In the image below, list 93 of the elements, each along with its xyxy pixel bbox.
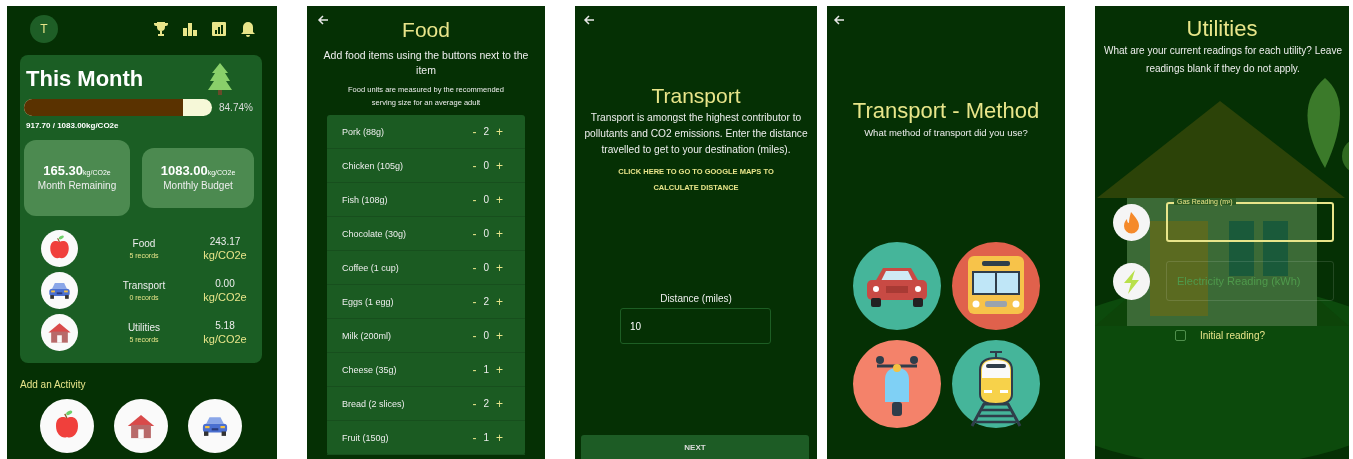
food-item-name: Chocolate (30g) xyxy=(342,228,408,239)
field-label: Distance (miles) xyxy=(659,293,733,304)
category-unit: kg/CO2e xyxy=(202,249,248,261)
trophy-icon[interactable] xyxy=(153,21,169,37)
category-unit: kg/CO2e xyxy=(202,291,248,303)
next-button[interactable]: NEXT xyxy=(581,435,809,459)
subtitle-text: What method of transport did you use? xyxy=(863,127,1029,138)
screen-title: Utilities xyxy=(1186,16,1258,42)
category-name: Food xyxy=(131,238,157,249)
item-count: 1 xyxy=(483,432,489,443)
minus-button[interactable]: - xyxy=(472,430,477,445)
card-title: This Month xyxy=(26,66,144,92)
plus-button[interactable]: + xyxy=(496,124,503,139)
item-count: 2 xyxy=(483,398,489,409)
food-item-name: Pork (88g) xyxy=(342,126,386,137)
minus-button[interactable]: - xyxy=(472,226,477,241)
minus-button[interactable]: - xyxy=(472,294,477,309)
minus-button[interactable]: - xyxy=(472,328,477,343)
progress-percent: 84.74% xyxy=(219,102,253,113)
category-value: 5.18 xyxy=(214,320,236,331)
plus-button[interactable]: + xyxy=(496,328,503,343)
category-name: Utilities xyxy=(126,322,162,333)
description-text: Transport is amongst the highest contributor to pollutants and CO2 emissions. Enter the distance travelled to get to your destination (miles). xyxy=(583,111,809,157)
item-count: 1 xyxy=(483,364,489,375)
category-value: 243.17 xyxy=(208,236,242,247)
add-activity-button[interactable] xyxy=(40,399,94,453)
category-name: Transport xyxy=(121,280,167,291)
plus-button[interactable]: + xyxy=(496,158,503,173)
description-text: What are your current readings for each utility? Leave readings blank if they do not apply. xyxy=(1103,44,1343,76)
scooter-icon xyxy=(853,340,941,428)
minus-button[interactable]: - xyxy=(472,158,477,173)
checkbox-label: Initial reading? xyxy=(1200,330,1266,341)
minus-button[interactable]: - xyxy=(472,396,477,411)
item-count: 0 xyxy=(483,262,489,273)
apple-icon xyxy=(40,230,78,267)
stat-label: Monthly Budget xyxy=(162,178,234,193)
plus-button[interactable]: + xyxy=(496,260,503,275)
plus-button[interactable]: + xyxy=(496,294,503,309)
transport-option-button[interactable] xyxy=(853,340,941,428)
back-arrow-icon[interactable] xyxy=(583,14,595,26)
screen-title: Transport - Method xyxy=(852,98,1040,124)
screen-title: Food xyxy=(402,18,450,42)
food-item-name: Fish (108g) xyxy=(342,194,389,205)
bar-chart-icon[interactable] xyxy=(182,21,198,37)
food-item-name: Eggs (1 egg) xyxy=(342,296,395,307)
category-unit: kg/CO2e xyxy=(202,333,248,345)
food-item-name: Cheese (35g) xyxy=(342,364,398,375)
food-item-name: Milk (200ml) xyxy=(342,330,392,341)
item-count: 0 xyxy=(483,228,489,239)
checkbox[interactable] xyxy=(1175,330,1186,341)
car-icon xyxy=(853,242,941,330)
plus-button[interactable]: + xyxy=(496,396,503,411)
plus-button[interactable]: + xyxy=(496,430,503,445)
stat-label: Month Remaining xyxy=(37,178,117,193)
food-item-name: Fruit (150g) xyxy=(342,432,390,443)
car-icon xyxy=(40,272,78,309)
item-count: 0 xyxy=(483,194,489,205)
transport-option-button[interactable] xyxy=(853,242,941,330)
train-icon xyxy=(952,340,1040,428)
add-activity-button[interactable] xyxy=(114,399,168,453)
avatar[interactable]: T xyxy=(30,15,58,43)
item-count: 2 xyxy=(483,126,489,137)
item-count: 0 xyxy=(483,160,489,171)
add-activity-button[interactable] xyxy=(188,399,242,453)
food-item-name: Bread (2 slices) xyxy=(342,398,406,409)
tree-icon xyxy=(208,63,232,95)
transport-option-button[interactable] xyxy=(952,242,1040,330)
screen-title: Transport xyxy=(651,84,741,108)
section-label: Add an Activity xyxy=(20,379,87,390)
back-arrow-icon[interactable] xyxy=(317,14,329,26)
minus-button[interactable]: - xyxy=(472,124,477,139)
house-icon xyxy=(40,314,78,351)
distance-field[interactable]: 10 xyxy=(620,308,771,344)
plus-button[interactable]: + xyxy=(496,226,503,241)
item-count: 0 xyxy=(483,330,489,341)
food-item-name: Coffee (1 cup) xyxy=(342,262,400,273)
food-item-name: Chicken (105g) xyxy=(342,160,405,171)
bell-icon[interactable] xyxy=(240,21,256,37)
intro-text: Add food items using the buttons next to the item xyxy=(322,48,530,78)
category-value: 0.00 xyxy=(214,278,236,289)
minus-button[interactable]: - xyxy=(472,260,477,275)
back-arrow-icon[interactable] xyxy=(833,14,845,26)
bus-icon xyxy=(952,242,1040,330)
flame-icon xyxy=(1113,203,1150,241)
plus-button[interactable]: + xyxy=(496,192,503,207)
plus-button[interactable]: + xyxy=(496,362,503,377)
report-icon[interactable] xyxy=(211,21,227,37)
item-count: 2 xyxy=(483,296,489,307)
transport-option-button[interactable] xyxy=(952,340,1040,428)
lightning-icon xyxy=(1113,262,1150,300)
minus-button[interactable]: - xyxy=(472,362,477,377)
emissions-total: 917.70 / 1083.00kg/CO2e xyxy=(26,121,120,130)
minus-button[interactable]: - xyxy=(472,192,477,207)
